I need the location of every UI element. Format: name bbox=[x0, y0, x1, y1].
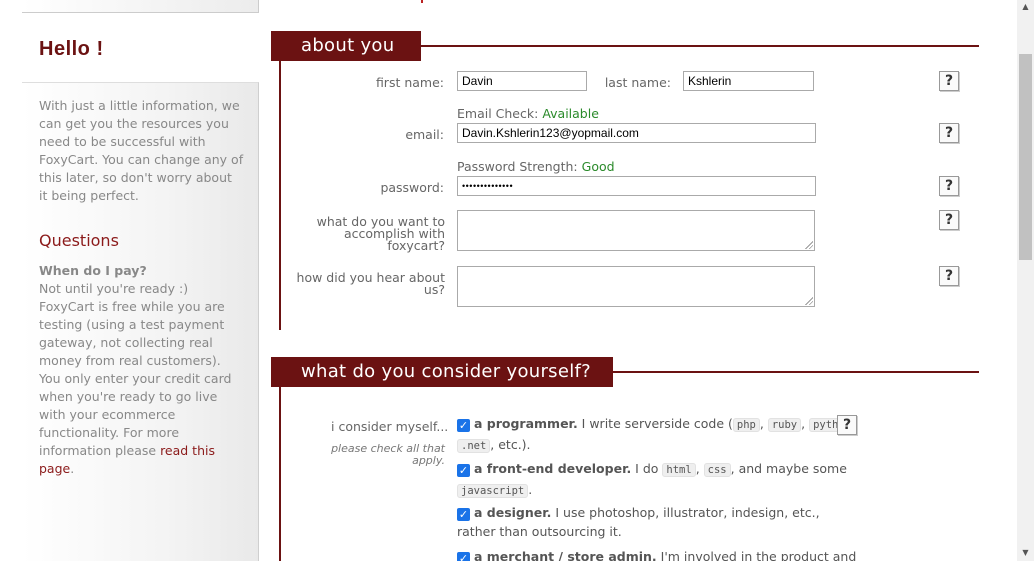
option-sep: , bbox=[759, 416, 768, 431]
consider-header: what do you consider yourself? bbox=[271, 357, 613, 387]
option-text: . bbox=[528, 482, 533, 497]
about-section-vrule bbox=[279, 46, 281, 330]
option-programmer: ✓ a programmer. I write serverside code (… bbox=[457, 414, 857, 456]
accomplish-label: what do you want to accomplish with foxy… bbox=[316, 214, 445, 253]
email-check-status: Email Check: Available bbox=[457, 106, 599, 121]
consider-label: i consider myself... bbox=[331, 419, 449, 434]
code-php: php bbox=[732, 418, 760, 432]
sidebar-top-box bbox=[22, 0, 259, 13]
sidebar: Hello ! With just a little information, … bbox=[0, 0, 259, 561]
last-name-input[interactable]: Kshlerin bbox=[683, 71, 814, 91]
code-css: css bbox=[703, 463, 731, 477]
resize-grip-icon[interactable] bbox=[805, 241, 813, 249]
merchant-checkbox[interactable]: ✓ bbox=[457, 552, 470, 561]
option-text: , etc.). bbox=[490, 437, 531, 452]
scroll-thumb[interactable] bbox=[1019, 54, 1032, 260]
option-sep: , bbox=[801, 416, 810, 431]
sidebar-questions-title: Questions bbox=[39, 231, 119, 250]
sidebar-hello-title: Hello ! bbox=[39, 38, 104, 60]
accomplish-help-icon[interactable]: ? bbox=[939, 210, 959, 230]
faq-question: When do I pay? bbox=[39, 263, 147, 278]
hear-about-label: how did you hear about us? bbox=[296, 270, 445, 297]
resize-grip-icon[interactable] bbox=[805, 297, 813, 305]
hear-about-textarea[interactable] bbox=[457, 266, 815, 307]
option-text: I'm involved in the product and bbox=[656, 549, 857, 561]
accomplish-textarea[interactable] bbox=[457, 210, 815, 251]
option-title: a merchant / store admin. bbox=[474, 549, 657, 561]
option-title: a designer. bbox=[474, 505, 552, 520]
option-title: a front-end developer. bbox=[474, 461, 632, 476]
option-designer: ✓ a designer. I use photoshop, illustrato… bbox=[457, 503, 857, 541]
about-you-header: about you bbox=[271, 31, 421, 61]
password-help-icon[interactable]: ? bbox=[939, 176, 959, 196]
sidebar-intro-text: With just a little information, we can g… bbox=[39, 98, 244, 203]
option-merchant: ✓ a merchant / store admin. I'm involved … bbox=[457, 547, 857, 561]
password-strength-label: Password Strength: bbox=[457, 159, 578, 174]
email-check-label: Email Check: bbox=[457, 106, 539, 121]
email-help-icon[interactable]: ? bbox=[939, 123, 959, 143]
email-label: email: bbox=[405, 127, 444, 142]
email-check-value: Available bbox=[542, 106, 599, 121]
faq-answer: Not until you're ready :) FoxyCart is fr… bbox=[39, 281, 232, 458]
front-end-checkbox[interactable]: ✓ bbox=[457, 464, 470, 477]
designer-checkbox[interactable]: ✓ bbox=[457, 508, 470, 521]
code-html: html bbox=[662, 463, 696, 477]
sidebar-faq: When do I pay? Not until you're ready :)… bbox=[39, 262, 244, 478]
email-input[interactable]: Davin.Kshlerin123@yopmail.com bbox=[457, 123, 816, 143]
code-net: .net bbox=[457, 439, 491, 453]
last-name-label: last name: bbox=[604, 75, 671, 90]
hear-about-help-icon[interactable]: ? bbox=[939, 266, 959, 286]
scroll-down-icon[interactable]: ▼ bbox=[1017, 546, 1034, 560]
first-name-label: first name: bbox=[375, 75, 444, 90]
check-all-note: please check all that apply. bbox=[331, 442, 445, 467]
password-strength-status: Password Strength: Good bbox=[457, 159, 615, 174]
top-red-mark bbox=[421, 0, 423, 3]
option-front-end-developer: ✓ a front-end developer. I do html, css, … bbox=[457, 459, 857, 501]
programmer-checkbox[interactable]: ✓ bbox=[457, 419, 470, 432]
first-name-help-icon[interactable]: ? bbox=[939, 71, 959, 91]
option-text: , and maybe some bbox=[730, 461, 847, 476]
code-ruby: ruby bbox=[767, 418, 802, 432]
password-strength-value: Good bbox=[581, 159, 615, 174]
option-sep: , bbox=[695, 461, 704, 476]
password-label: password: bbox=[380, 180, 444, 195]
option-text: I write serverside code ( bbox=[577, 416, 733, 431]
consider-section-vrule bbox=[279, 372, 281, 561]
programmer-help-icon[interactable]: ? bbox=[837, 415, 857, 435]
vertical-scrollbar[interactable]: ▲ ▼ bbox=[1017, 0, 1034, 561]
option-title: a programmer. bbox=[474, 416, 578, 431]
option-text: I do bbox=[631, 461, 663, 476]
password-input[interactable]: •••••••••••••• bbox=[457, 176, 816, 196]
scroll-up-icon[interactable]: ▲ bbox=[1017, 0, 1034, 14]
code-javascript: javascript bbox=[457, 484, 529, 498]
faq-end: . bbox=[70, 461, 75, 476]
